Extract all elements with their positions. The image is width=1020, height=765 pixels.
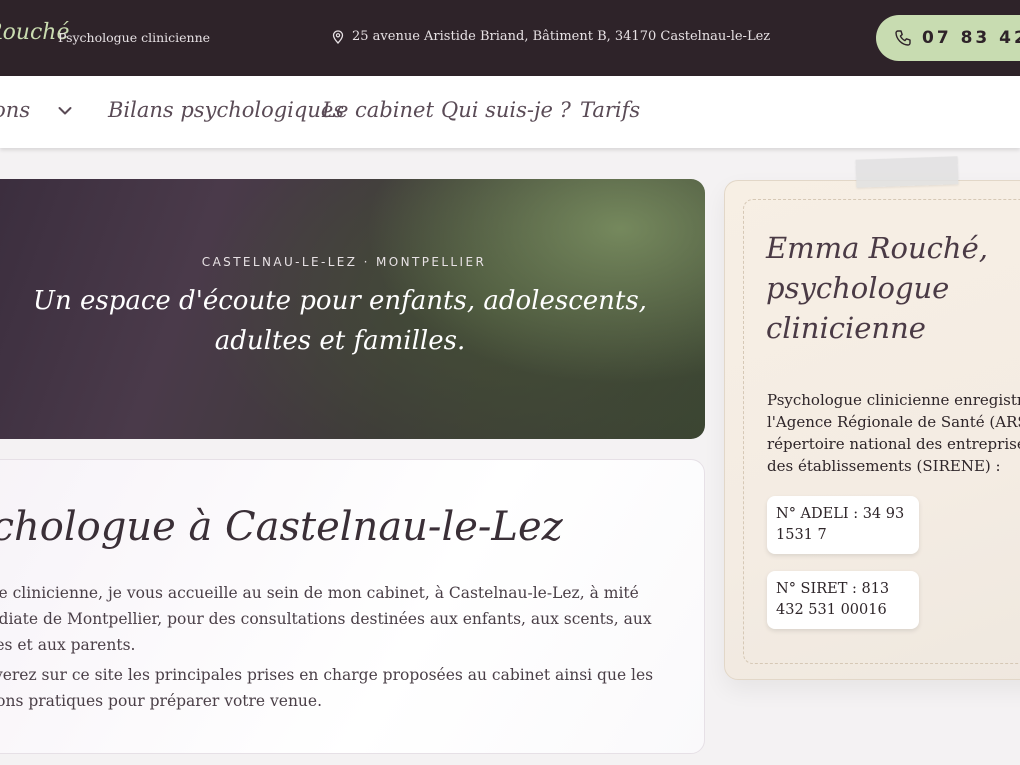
brand-subtitle: Psychologue clinicienne (58, 30, 211, 45)
chevron-down-icon[interactable] (58, 106, 72, 116)
nav-item-prestations[interactable]: tions (0, 98, 30, 122)
phone-button[interactable]: 07 83 42 1 (876, 15, 1020, 61)
tape-decoration (855, 156, 959, 188)
intro-paragraph-1: ologue clinicienne, je vous accueille au… (0, 584, 652, 654)
profile-title: Emma Rouché, psychologue clinicienne (766, 231, 988, 345)
map-pin-icon (332, 29, 344, 44)
address: 25 avenue Aristide Briand, Bâtiment B, 3… (332, 29, 770, 44)
hero-kicker: CASTELNAU-LE-LEZ · MONTPELLIER (201, 255, 487, 269)
profile-registration-text: Psychologue clinicienne enregistrée l'Ag… (767, 391, 1020, 475)
intro-card: ychologue à Castelnau-le-Lez ologue clin… (0, 459, 705, 754)
phone-icon (895, 30, 911, 46)
intro-paragraph-2: trouverez sur ce site les principales pr… (0, 666, 654, 710)
top-bar: Rouché Psychologue clinicienne 25 avenue… (0, 0, 1020, 76)
nav-item-bilans[interactable]: Bilans psychologiques (108, 98, 344, 122)
hero-title: Un espace d'écoute pour enfants, adolesc… (33, 286, 647, 356)
nav-item-qui-suis-je[interactable]: Qui suis-je ? (441, 98, 571, 122)
hero-banner: CASTELNAU-LE-LEZ · MONTPELLIER Un espace… (0, 179, 705, 439)
intro-heading: ychologue à Castelnau-le-Lez (0, 504, 563, 550)
address-text: 25 avenue Aristide Briand, Bâtiment B, 3… (352, 29, 771, 44)
phone-number: 07 83 42 1 (922, 28, 1020, 48)
nav-item-cabinet[interactable]: Le cabinet (322, 98, 434, 122)
main-nav: tions Bilans psychologiques Le cabinet Q… (0, 76, 1020, 148)
adeli-badge: N° ADELI : 34 93 1531 7 (767, 496, 919, 554)
siret-badge: N° SIRET : 813 432 531 00016 (767, 571, 919, 629)
nav-item-tarifs[interactable]: Tarifs (580, 98, 640, 122)
